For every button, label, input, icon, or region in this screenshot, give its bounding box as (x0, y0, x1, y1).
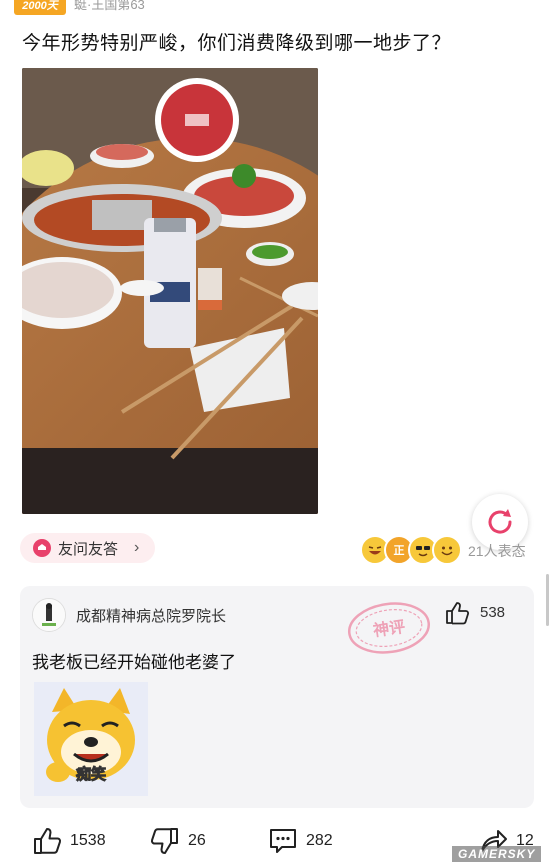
refresh-icon (488, 509, 512, 534)
thumbs-up-icon[interactable] (444, 600, 470, 631)
avatar[interactable] (32, 598, 66, 632)
comment-icon (270, 829, 296, 853)
qa-entry-button[interactable]: 友问友答 › (20, 533, 156, 563)
reaction-emojis[interactable]: 正 (360, 535, 462, 565)
sticker-caption: 痴笑 (75, 766, 106, 784)
comment-author[interactable]: 成都精神病总院罗院长 (76, 605, 226, 626)
dislike-count: 26 (188, 832, 206, 849)
comment-count: 282 (306, 832, 333, 849)
like-count: 1538 (70, 832, 106, 849)
stamp-text: 神评 (372, 617, 406, 640)
qa-icon (33, 539, 51, 557)
post-title: 今年形势特别严峻，你们消费降级到哪一地步了？ (22, 33, 452, 54)
comment-text: 我老板已经开始碰他老婆了 (32, 653, 236, 672)
grin-emoji-icon (432, 535, 462, 565)
qa-label: 友问友答 (58, 540, 119, 558)
dislike-button[interactable]: 26 (150, 826, 206, 856)
hot-comment-card[interactable]: 成都精神病总院罗院长 神评 538 我老板已经开始碰他老婆了 痴笑 (20, 586, 534, 808)
chevron-right-icon: › (134, 539, 140, 556)
dog-sticker-image[interactable]: 痴笑 (34, 682, 148, 796)
thumbs-up-icon (34, 828, 62, 854)
god-comment-stamp-icon: 神评 (342, 600, 436, 656)
thumbs-down-icon (150, 828, 178, 854)
post-meta: 蜓·王国第63 (74, 0, 145, 12)
like-button[interactable]: 1538 (32, 826, 106, 856)
watermark: GAMERSKY (452, 846, 542, 862)
comment-button[interactable]: 282 (268, 826, 333, 856)
days-badge: 2000天 (14, 0, 66, 15)
reaction-count[interactable]: 21人表态 (468, 541, 526, 561)
scrollbar[interactable] (546, 574, 549, 626)
comment-like-count: 538 (480, 604, 506, 621)
post-photo[interactable] (22, 68, 318, 514)
